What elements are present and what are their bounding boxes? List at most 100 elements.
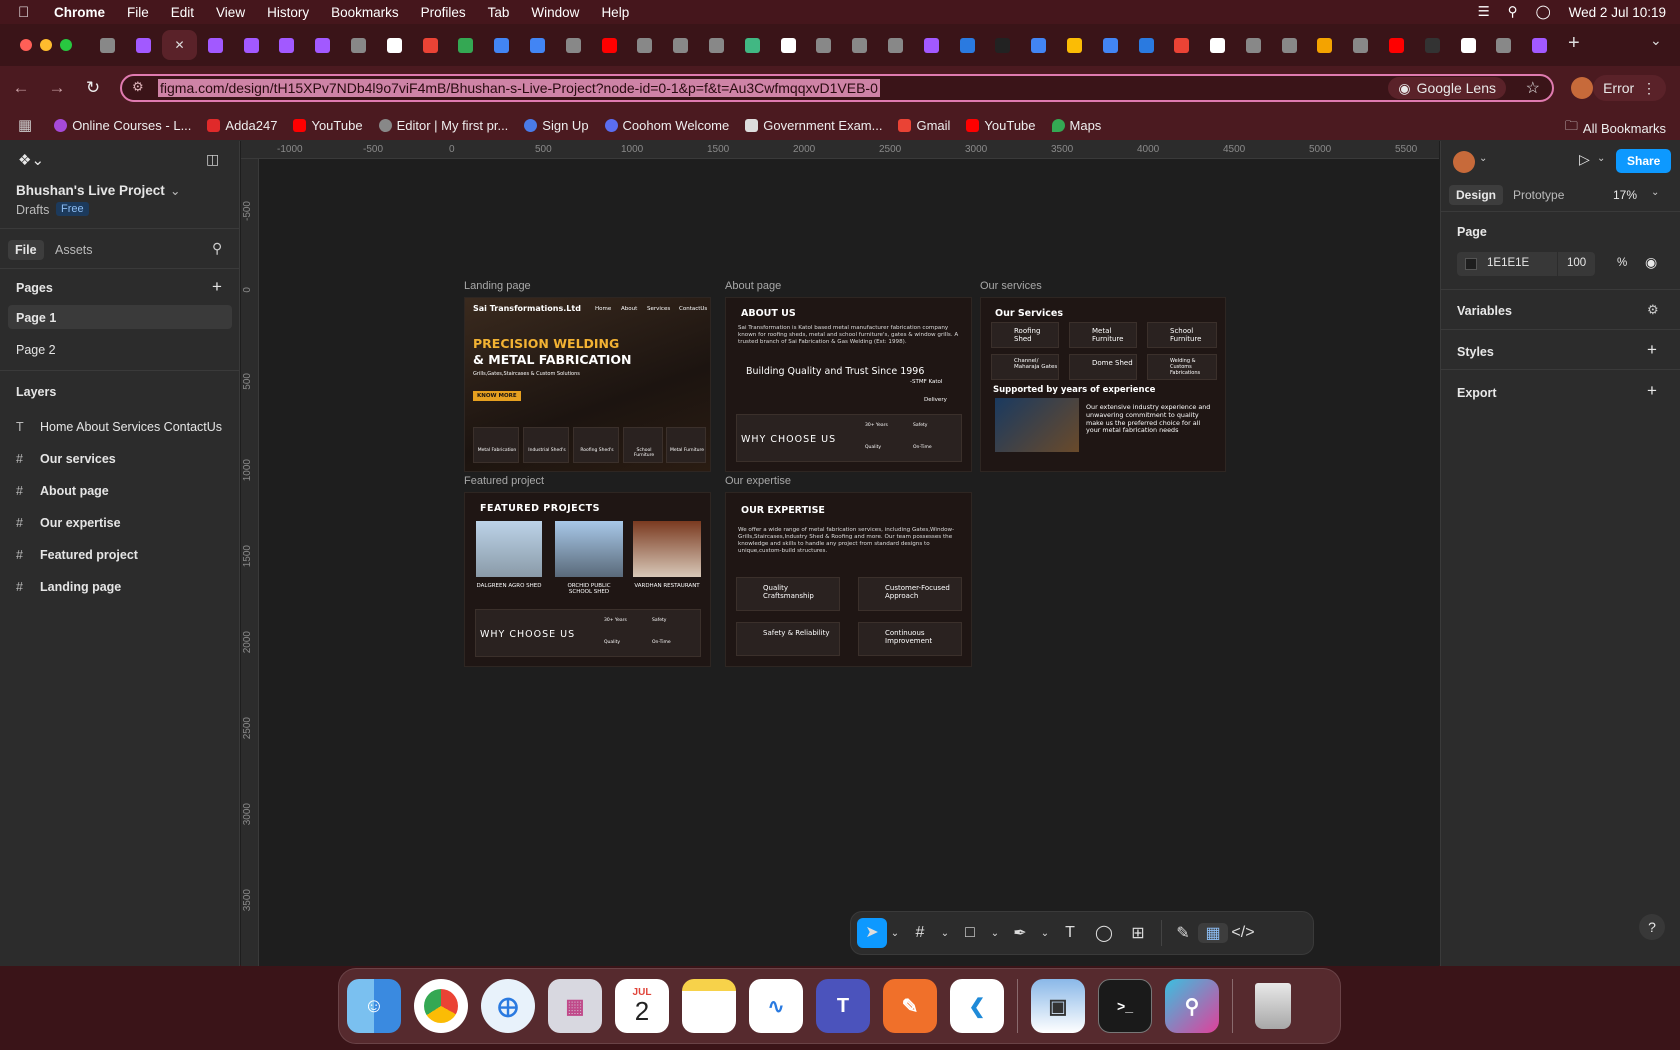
dock-launchpad[interactable]: ▦ bbox=[548, 979, 602, 1033]
draw-mode-icon[interactable]: ✎ bbox=[1168, 923, 1198, 943]
menu-profiles[interactable]: Profiles bbox=[421, 5, 466, 20]
bookmark-editor[interactable]: Editor | My first pr... bbox=[378, 118, 508, 133]
zoom-window-button[interactable] bbox=[60, 39, 72, 51]
browser-tab[interactable] bbox=[1486, 30, 1522, 60]
bookmark-adda247[interactable]: Adda247 bbox=[207, 118, 277, 133]
bookmark-online-courses[interactable]: Online Courses - L... bbox=[54, 118, 191, 133]
browser-tab[interactable] bbox=[197, 30, 233, 60]
frame-tool-icon[interactable]: # bbox=[903, 924, 937, 942]
tab-file[interactable]: File bbox=[8, 240, 44, 260]
present-play-icon[interactable]: ▷ bbox=[1579, 151, 1590, 168]
plan-badge[interactable]: Free bbox=[56, 202, 89, 216]
browser-tab[interactable] bbox=[412, 30, 448, 60]
menu-history[interactable]: History bbox=[267, 5, 309, 20]
browser-tab[interactable] bbox=[985, 30, 1021, 60]
browser-tab[interactable] bbox=[627, 30, 663, 60]
layer-home-about[interactable]: Home About Services ContactUs bbox=[40, 420, 222, 434]
dock-finder[interactable]: ☺ bbox=[347, 979, 401, 1033]
menu-bookmarks[interactable]: Bookmarks bbox=[331, 5, 399, 20]
frame-featured-project[interactable]: FEATURED PROJECTS DALGREEN AGRO SHED ORC… bbox=[464, 492, 711, 667]
browser-tab[interactable] bbox=[1522, 30, 1558, 60]
frame-our-services[interactable]: Our Services Roofing Shed Metal Furnitur… bbox=[980, 297, 1226, 472]
frame-our-expertise[interactable]: OUR EXPERTISE We offer a wide range of m… bbox=[725, 492, 972, 667]
dock-pages[interactable]: ✎ bbox=[883, 979, 937, 1033]
chevron-down-icon[interactable]: ⌄ bbox=[1037, 928, 1053, 939]
menu-app-chrome[interactable]: Chrome bbox=[54, 5, 105, 20]
close-window-button[interactable] bbox=[20, 39, 32, 51]
browser-tab[interactable] bbox=[842, 30, 878, 60]
browser-tab[interactable] bbox=[699, 30, 735, 60]
apps-grid-icon[interactable]: ▦ bbox=[18, 116, 32, 134]
browser-tab[interactable] bbox=[341, 30, 377, 60]
layer-our-expertise[interactable]: Our expertise bbox=[40, 516, 121, 530]
page-color-input[interactable]: 1E1E1E 100 bbox=[1457, 252, 1595, 276]
design-canvas[interactable]: -1000 -500 0 500 1000 1500 2000 2500 3000 3500 400… bbox=[241, 141, 1439, 966]
dock-teams[interactable]: T bbox=[816, 979, 870, 1033]
back-icon[interactable]: ← bbox=[6, 78, 36, 98]
layer-landing-page[interactable]: Landing page bbox=[40, 580, 121, 594]
styles-heading[interactable]: Styles bbox=[1457, 345, 1494, 359]
browser-tab[interactable] bbox=[1092, 30, 1128, 60]
browser-tab[interactable] bbox=[878, 30, 914, 60]
design-mode-icon[interactable]: ▦ bbox=[1198, 923, 1228, 943]
browser-tab[interactable] bbox=[949, 30, 985, 60]
add-page-icon[interactable]: + bbox=[212, 277, 222, 297]
menu-view[interactable]: View bbox=[216, 5, 245, 20]
toggle-sidebar-icon[interactable]: ◫ bbox=[206, 151, 219, 168]
menu-file[interactable]: File bbox=[127, 5, 149, 20]
page-item-page-2[interactable]: Page 2 bbox=[16, 343, 56, 357]
control-center-icon[interactable]: ◯ bbox=[1536, 4, 1551, 20]
page-color-hex[interactable]: 1E1E1E bbox=[1487, 257, 1529, 269]
chevron-down-icon[interactable]: ⌄ bbox=[987, 928, 1003, 939]
reload-icon[interactable]: ↻ bbox=[78, 78, 108, 98]
browser-tab[interactable] bbox=[1307, 30, 1343, 60]
bookmark-sign-up[interactable]: Sign Up bbox=[524, 118, 589, 133]
frame-label-about[interactable]: About page bbox=[725, 280, 781, 292]
chevron-down-icon[interactable]: ⌄ bbox=[887, 928, 903, 939]
bookmark-youtube-2[interactable]: YouTube bbox=[966, 118, 1036, 133]
bookmark-coohom[interactable]: Coohom Welcome bbox=[604, 118, 729, 133]
dock-trash[interactable] bbox=[1246, 979, 1300, 1033]
browser-tab[interactable] bbox=[1379, 30, 1415, 60]
browser-tab[interactable] bbox=[484, 30, 520, 60]
browser-tab[interactable] bbox=[806, 30, 842, 60]
dock-terminal[interactable]: >_ bbox=[1098, 979, 1152, 1033]
menu-tab[interactable]: Tab bbox=[488, 5, 510, 20]
variables-icon[interactable]: ⚙ bbox=[1647, 302, 1659, 318]
search-icon[interactable]: ⚲ bbox=[212, 240, 222, 257]
spotlight-icon[interactable]: ⚲ bbox=[1508, 4, 1518, 20]
bookmark-star-icon[interactable]: ☆ bbox=[1526, 78, 1540, 98]
browser-tab[interactable] bbox=[663, 30, 699, 60]
wifi-icon[interactable]: ☰ bbox=[1478, 4, 1490, 20]
chevron-down-icon[interactable]: ⌄ bbox=[937, 928, 953, 939]
zoom-level[interactable]: 17% bbox=[1613, 188, 1637, 202]
menu-window[interactable]: Window bbox=[531, 5, 579, 20]
browser-tab[interactable] bbox=[770, 30, 806, 60]
browser-tab[interactable] bbox=[1450, 30, 1486, 60]
browser-tab[interactable] bbox=[1128, 30, 1164, 60]
dock-notes[interactable] bbox=[682, 979, 736, 1033]
layer-about-page[interactable]: About page bbox=[40, 484, 109, 498]
menu-help[interactable]: Help bbox=[601, 5, 629, 20]
dock-safari[interactable]: ⨁ bbox=[481, 979, 535, 1033]
user-avatar[interactable] bbox=[1453, 151, 1475, 173]
apple-icon[interactable]:  bbox=[18, 4, 38, 21]
dock-freeform[interactable]: ∿ bbox=[749, 979, 803, 1033]
help-icon[interactable]: ? bbox=[1639, 914, 1665, 940]
actions-tool-icon[interactable]: ⊞ bbox=[1121, 923, 1155, 943]
chevron-down-icon[interactable]: ⌄ bbox=[1597, 153, 1605, 164]
browser-tab[interactable] bbox=[1057, 30, 1093, 60]
bookmark-maps[interactable]: Maps bbox=[1051, 118, 1101, 133]
google-lens-button[interactable]: ◉ Google Lens bbox=[1388, 77, 1506, 99]
bookmark-youtube[interactable]: YouTube bbox=[293, 118, 363, 133]
dock-calendar[interactable]: JUL 2 bbox=[615, 979, 669, 1033]
menu-edit[interactable]: Edit bbox=[171, 5, 194, 20]
browser-tab[interactable] bbox=[520, 30, 556, 60]
frame-landing-page[interactable]: Sai Transformations.Ltd Home About Servi… bbox=[464, 297, 711, 472]
all-bookmarks-button[interactable]: 🗀 All Bookmarks bbox=[1565, 117, 1666, 139]
minimize-window-button[interactable] bbox=[40, 39, 52, 51]
frame-about-page[interactable]: ABOUT US Sai Transformation is Katol bas… bbox=[725, 297, 972, 472]
chevron-down-icon[interactable]: ⌄ bbox=[1651, 187, 1659, 198]
tab-active[interactable]: ✕ bbox=[161, 30, 198, 60]
browser-tab[interactable] bbox=[591, 30, 627, 60]
